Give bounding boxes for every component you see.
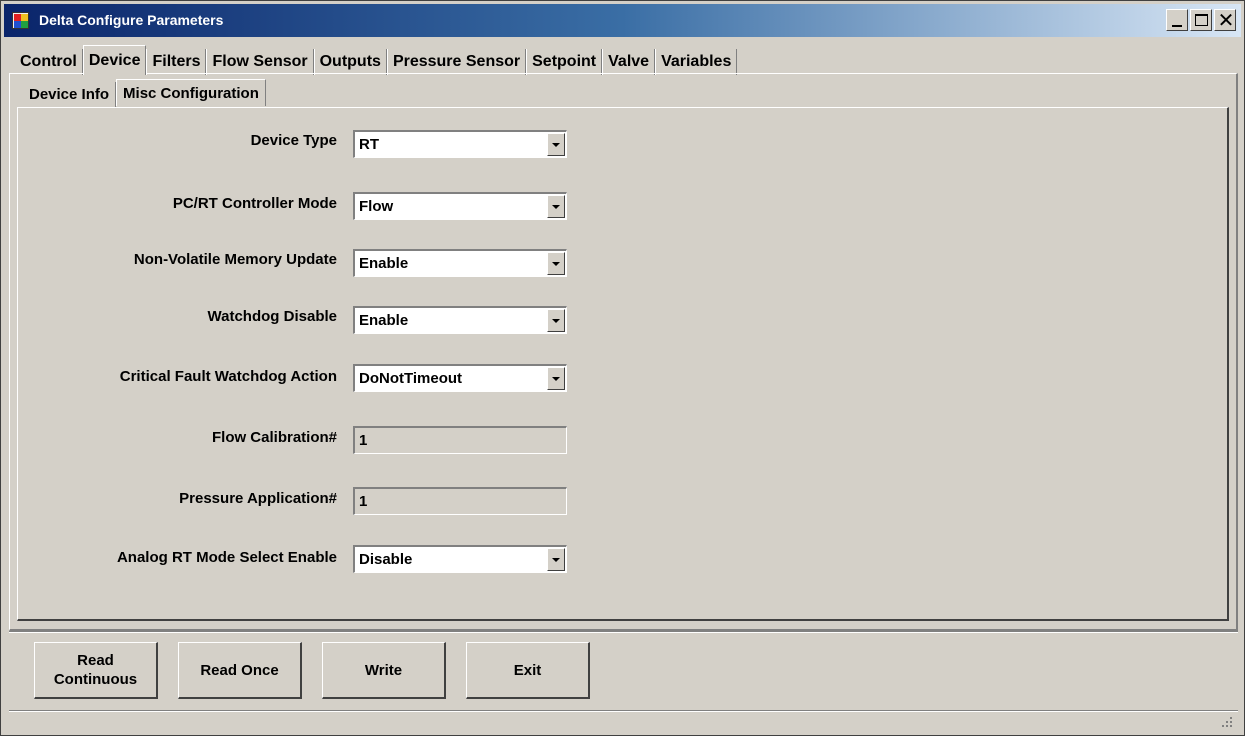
- critical-fault-watchdog-select[interactable]: DoNotTimeout: [353, 364, 567, 392]
- read-continuous-button[interactable]: Read Continuous: [34, 642, 158, 699]
- chevron-down-icon: [552, 262, 560, 266]
- pressure-application-label: Pressure Application#: [179, 490, 337, 507]
- misc-configuration-panel: [17, 107, 1229, 621]
- watchdog-disable-select[interactable]: Enable: [353, 306, 567, 334]
- tab-misc-configuration[interactable]: Misc Configuration: [116, 79, 266, 106]
- analog-rt-mode-label: Analog RT Mode Select Enable: [116, 549, 337, 566]
- app-icon: [12, 12, 29, 29]
- write-button[interactable]: Write: [322, 642, 446, 699]
- watchdog-disable-dropdown-button[interactable]: [547, 309, 565, 332]
- analog-rt-mode-select[interactable]: Disable: [353, 545, 567, 573]
- controller-mode-dropdown-button[interactable]: [547, 195, 565, 218]
- analog-rt-mode-dropdown-button[interactable]: [547, 548, 565, 571]
- title-bar[interactable]: Delta Configure Parameters ✕: [4, 4, 1241, 37]
- chevron-down-icon: [552, 205, 560, 209]
- tab-device-info[interactable]: Device Info: [23, 82, 117, 107]
- watchdog-disable-label: Watchdog Disable: [207, 308, 337, 325]
- minimize-button[interactable]: [1166, 9, 1188, 31]
- maximize-icon: [1195, 14, 1208, 26]
- sub-tab-strip: Device Info Misc Configuration: [23, 79, 266, 107]
- nv-memory-update-label: Non-Volatile Memory Update: [133, 251, 337, 268]
- chevron-down-icon: [552, 143, 560, 147]
- read-continuous-label: Read Continuous: [53, 652, 138, 688]
- critical-fault-watchdog-label: Critical Fault Watchdog Action: [119, 368, 337, 385]
- minimize-icon: [1172, 25, 1182, 27]
- status-bar-divider: [9, 710, 1238, 712]
- chevron-down-icon: [552, 377, 560, 381]
- app-window: Delta Configure Parameters ✕ Control Dev…: [0, 0, 1245, 736]
- main-tab-strip: Control Device Filters Flow Sensor Outpu…: [15, 45, 738, 75]
- flow-calibration-label: Flow Calibration#: [211, 429, 337, 446]
- tab-variables[interactable]: Variables: [655, 49, 738, 75]
- tab-outputs[interactable]: Outputs: [313, 49, 387, 75]
- device-type-label: Device Type: [250, 132, 337, 149]
- watchdog-disable-value: Enable: [359, 312, 409, 329]
- tab-flow-sensor[interactable]: Flow Sensor: [206, 49, 314, 75]
- flow-calibration-value: 1: [359, 432, 368, 449]
- pressure-application-value: 1: [359, 493, 368, 510]
- exit-button[interactable]: Exit: [466, 642, 590, 699]
- tab-filters[interactable]: Filters: [146, 49, 207, 75]
- tab-control[interactable]: Control: [15, 49, 83, 75]
- device-type-select[interactable]: RT: [353, 130, 567, 158]
- tab-device[interactable]: Device: [82, 45, 147, 75]
- chevron-down-icon: [552, 558, 560, 562]
- tab-pressure-sensor[interactable]: Pressure Sensor: [386, 49, 527, 75]
- tab-valve[interactable]: Valve: [602, 49, 656, 75]
- analog-rt-mode-value: Disable: [359, 551, 413, 568]
- window-title: Delta Configure Parameters: [39, 12, 224, 28]
- device-type-value: RT: [359, 136, 379, 153]
- critical-fault-watchdog-dropdown-button[interactable]: [547, 367, 565, 390]
- controller-mode-label: PC/RT Controller Mode: [172, 195, 337, 212]
- divider: [9, 631, 1238, 633]
- chevron-down-icon: [552, 319, 560, 323]
- nv-memory-update-value: Enable: [359, 255, 409, 272]
- controller-mode-value: Flow: [359, 198, 394, 215]
- close-icon: ✕: [1217, 8, 1235, 32]
- critical-fault-watchdog-value: DoNotTimeout: [359, 370, 463, 387]
- pressure-application-field: 1: [353, 487, 567, 515]
- resize-grip-icon[interactable]: [1222, 717, 1232, 727]
- nv-memory-update-select[interactable]: Enable: [353, 249, 567, 277]
- controller-mode-select[interactable]: Flow: [353, 192, 567, 220]
- close-button[interactable]: ✕: [1214, 9, 1236, 31]
- tab-setpoint[interactable]: Setpoint: [526, 49, 603, 75]
- read-once-button[interactable]: Read Once: [178, 642, 302, 699]
- device-type-dropdown-button[interactable]: [547, 133, 565, 156]
- maximize-button[interactable]: [1190, 9, 1212, 31]
- flow-calibration-field: 1: [353, 426, 567, 454]
- nv-memory-update-dropdown-button[interactable]: [547, 252, 565, 275]
